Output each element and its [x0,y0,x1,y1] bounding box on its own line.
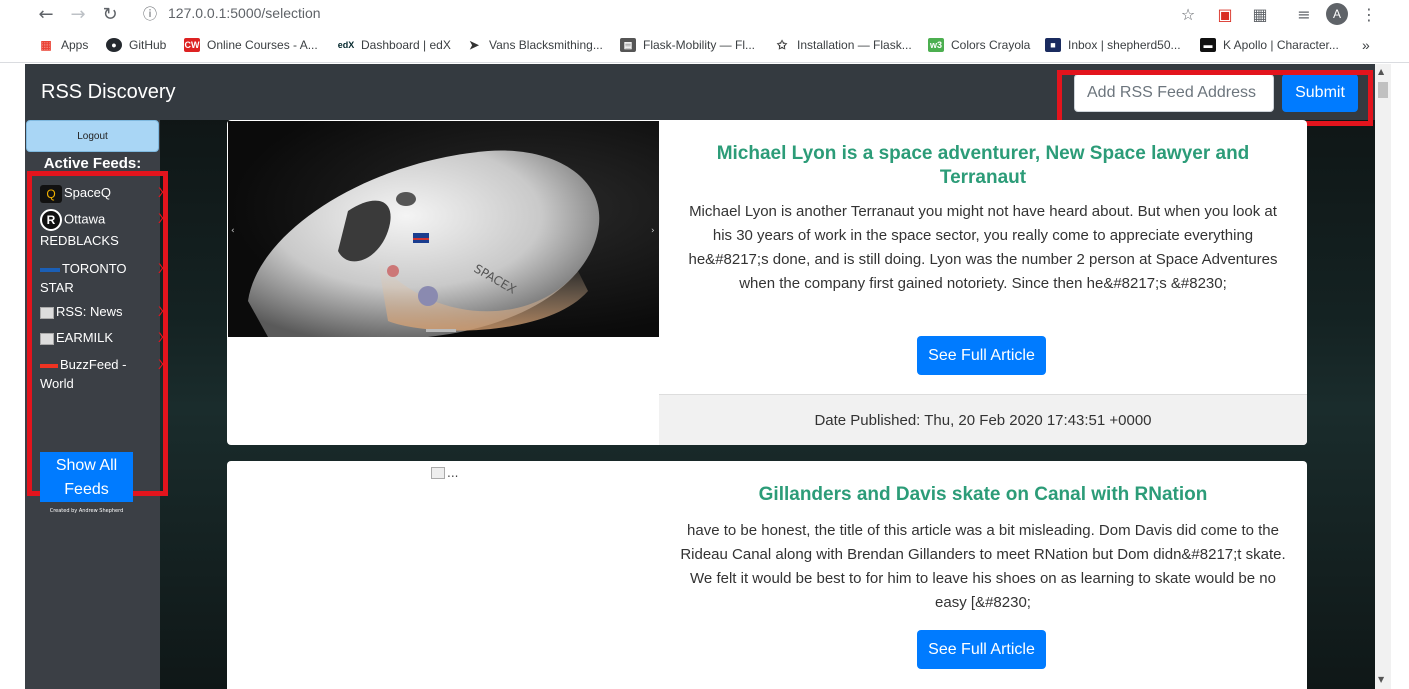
brand-title[interactable]: RSS Discovery [41,81,175,104]
horn-icon: ✩ [776,38,788,52]
scrollbar[interactable]: ▲ ▼ [1375,64,1391,689]
remove-feed-icon[interactable]: X [158,302,167,321]
feed-item-rss-news[interactable]: RSS: News X [40,302,167,321]
broken-image-icon [40,306,54,319]
feed-form-highlight-box [1057,70,1373,126]
scroll-up-icon[interactable]: ▲ [1378,67,1384,76]
article-image: ... [431,466,458,480]
active-feeds-heading: Active Feeds: [43,155,142,172]
feed-item-toronto-star[interactable]: TORONTO STAR X [40,259,167,297]
bookmark-online-courses[interactable]: CW Online Courses - A... [184,37,318,53]
broken-image-icon [40,332,54,345]
article-card: SPACEX ‹ › Michael Lyon is a space adven… [227,120,1307,445]
feed-item-earmilk[interactable]: EARMILK X [40,328,167,347]
remove-feed-icon[interactable]: X [158,328,167,347]
article-date: Date Published: Thu, 20 Feb 2020 17:43:5… [659,394,1307,445]
show-all-feeds-button[interactable]: Show All Feeds [40,452,133,502]
scroll-thumb[interactable] [1378,82,1388,98]
article-body: Michael Lyon is a space adventurer, New … [659,142,1307,296]
bookmark-colors-crayola[interactable]: w3 Colors Crayola [928,37,1030,53]
remove-feed-icon[interactable]: X [158,209,167,228]
scroll-down-icon[interactable]: ▼ [1378,675,1384,684]
url-field[interactable]: 127.0.0.1:5000/selection [168,5,321,21]
menu-kebab-icon[interactable]: ⋮ [1358,3,1380,25]
reload-icon[interactable]: ↻ [98,2,122,26]
see-full-article-button[interactable]: See Full Article [917,336,1046,375]
cast-extension-icon[interactable]: ▦ [1249,3,1271,25]
w3-icon: w3 [928,38,944,52]
spacecraft-image: SPACEX ‹ › [231,150,655,337]
feed-item-spaceq[interactable]: Q SpaceQ X [40,183,167,203]
browser-toolbar: ← → ↻ ⓘ 127.0.0.1:5000/selection ☆ ▣ ▦ ≡… [0,0,1409,28]
more-bookmarks-icon[interactable]: » [1362,37,1370,53]
svg-text:›: › [651,226,655,236]
anvil-icon: ➤ [468,38,480,52]
feed-item-buzzfeed-world[interactable]: BuzzFeed - World X [40,355,167,393]
bookmark-edx[interactable]: edX Dashboard | edX [338,37,451,53]
spaceq-logo-icon: Q [40,184,62,203]
buzzfeed-logo-icon [40,363,58,368]
logout-button[interactable]: Logout [26,120,159,152]
flag-icon: ▬ [1200,38,1216,52]
credit-text: Created by Andrew Shepherd [49,508,124,514]
remove-feed-icon[interactable]: X [158,355,167,374]
bookmark-github[interactable]: ● GitHub [106,37,166,53]
article-body: Gillanders and Davis skate on Canal with… [659,483,1307,615]
feed-item-ottawa-redblacks[interactable]: R Ottawa REDBLACKS X [40,209,167,250]
forward-arrow-icon[interactable]: → [66,2,90,26]
article-card: ... Gillanders and Davis skate on Canal … [227,461,1307,689]
page-content: RSS Discovery Submit Logout Active Feeds… [25,64,1375,689]
bookmark-k-apollo[interactable]: ▬ K Apollo | Character... [1200,37,1339,53]
cw-icon: CW [184,38,200,52]
apps-grid-icon: ▦ [40,38,52,52]
info-icon[interactable]: ⓘ [140,4,160,24]
pocket-extension-icon[interactable]: ▣ [1214,3,1236,25]
svg-text:‹: ‹ [231,226,235,236]
bookmark-vans-blacksmithing[interactable]: ➤ Vans Blacksmithing... [466,37,603,53]
toronto-star-logo-icon [40,267,60,272]
see-full-article-button[interactable]: See Full Article [917,630,1046,669]
redblacks-logo-icon: R [40,209,62,231]
bookmarks-bar: ▦ Apps ● GitHub CW Online Courses - A...… [0,28,1409,63]
inbox-icon: ■ [1045,38,1061,52]
github-icon: ● [106,38,122,52]
doc-icon: ▤ [620,38,636,52]
article-title[interactable]: Gillanders and Davis skate on Canal with… [679,483,1287,507]
profile-avatar[interactable]: A [1326,3,1348,25]
bookmark-installation-flask[interactable]: ✩ Installation — Flask... [774,37,912,53]
bookmark-star-icon[interactable]: ☆ [1177,3,1199,25]
sidebar: Logout Active Feeds: Q SpaceQ X R Ottawa R… [25,120,168,689]
broken-image-icon [431,467,445,479]
media-control-icon[interactable]: ≡ [1293,3,1315,25]
article-carousel[interactable]: SPACEX ‹ › [228,121,659,337]
article-summary: have to be honest, the title of this art… [680,522,1286,611]
remove-feed-icon[interactable]: X [158,259,167,278]
bookmark-flask-mobility[interactable]: ▤ Flask-Mobility — Fl... [620,37,755,53]
bookmark-inbox[interactable]: ■ Inbox | shepherd50... [1045,37,1181,53]
back-arrow-icon[interactable]: ← [34,2,58,26]
article-summary: Michael Lyon is another Terranaut you mi… [688,203,1278,292]
article-title[interactable]: Michael Lyon is a space adventurer, New … [679,142,1287,190]
edx-icon: edX [337,40,355,50]
bookmark-apps[interactable]: ▦ Apps [38,37,88,53]
remove-feed-icon[interactable]: X [158,183,167,202]
